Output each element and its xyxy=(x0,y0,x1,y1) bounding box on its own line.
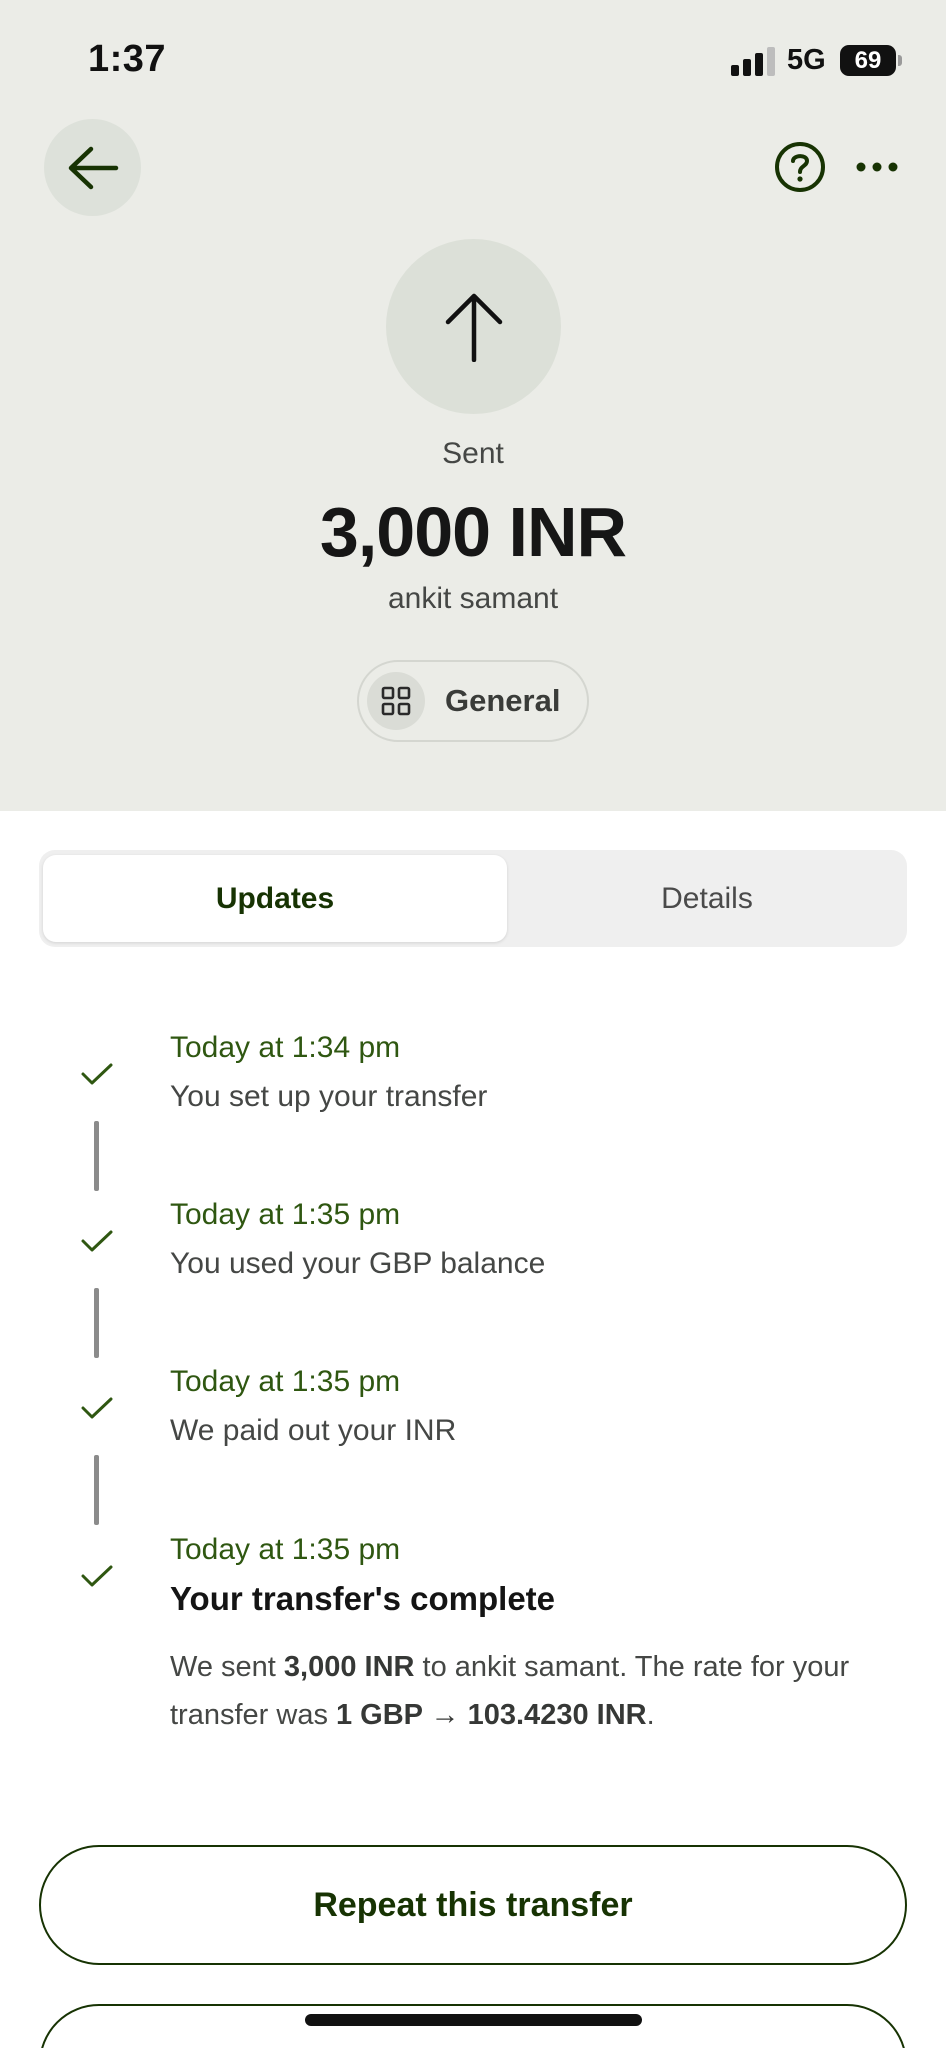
body-text: . xyxy=(646,1699,655,1731)
timeline-connector xyxy=(94,1121,99,1191)
body-exchange-rate: 1 GBP → 103.4230 INR xyxy=(336,1699,647,1731)
category-label: General xyxy=(445,683,561,718)
update-text: We paid out your INR xyxy=(170,1414,457,1447)
timeline-connector xyxy=(94,1288,99,1358)
cellular-signal-icon xyxy=(731,46,777,76)
tab-details[interactable]: Details xyxy=(511,850,903,947)
battery-icon: 69 xyxy=(840,45,896,76)
check-icon xyxy=(81,1063,113,1085)
help-button[interactable] xyxy=(773,140,827,194)
category-chip[interactable]: General xyxy=(357,660,589,742)
update-text: You set up your transfer xyxy=(170,1080,488,1113)
tab-updates[interactable]: Updates xyxy=(43,855,507,942)
update-text: You used your GBP balance xyxy=(170,1247,546,1280)
ellipsis-icon xyxy=(856,162,898,172)
sent-status-icon-circle xyxy=(386,239,561,414)
recipient-name: ankit samant xyxy=(387,582,559,615)
update-time: Today at 1:35 pm xyxy=(170,1365,401,1398)
update-time: Today at 1:35 pm xyxy=(170,1533,401,1566)
body-amount: 3,000 INR xyxy=(283,1651,415,1683)
more-options-button[interactable] xyxy=(852,147,902,187)
status-bar: 1:37 5G 69 xyxy=(0,0,946,120)
update-body: We sent 3,000 INR to ankit samant. The r… xyxy=(170,1643,890,1739)
grid-icon xyxy=(367,672,425,730)
status-time: 1:37 xyxy=(88,38,167,80)
arrow-up-icon xyxy=(445,293,502,362)
check-icon xyxy=(81,1565,113,1587)
transfer-status: Sent xyxy=(442,437,504,470)
secondary-action-button[interactable] xyxy=(39,2004,907,2048)
home-indicator[interactable] xyxy=(305,2014,642,2026)
repeat-transfer-button[interactable]: Repeat this transfer xyxy=(39,1845,907,1965)
check-icon xyxy=(81,1230,113,1252)
question-circle-icon xyxy=(775,142,825,192)
update-title: Your transfer's complete xyxy=(170,1580,556,1617)
check-icon xyxy=(81,1397,113,1419)
update-time: Today at 1:34 pm xyxy=(170,1031,401,1064)
segmented-tabs: Updates Details xyxy=(39,850,907,947)
arrow-left-icon xyxy=(68,146,118,189)
body-text: We sent xyxy=(170,1651,284,1683)
back-button[interactable] xyxy=(44,119,141,216)
update-time: Today at 1:35 pm xyxy=(170,1198,401,1231)
timeline-connector xyxy=(94,1455,99,1525)
transfer-amount: 3,000 INR xyxy=(319,493,627,571)
battery-nub xyxy=(898,55,902,66)
network-type: 5G xyxy=(787,44,826,76)
